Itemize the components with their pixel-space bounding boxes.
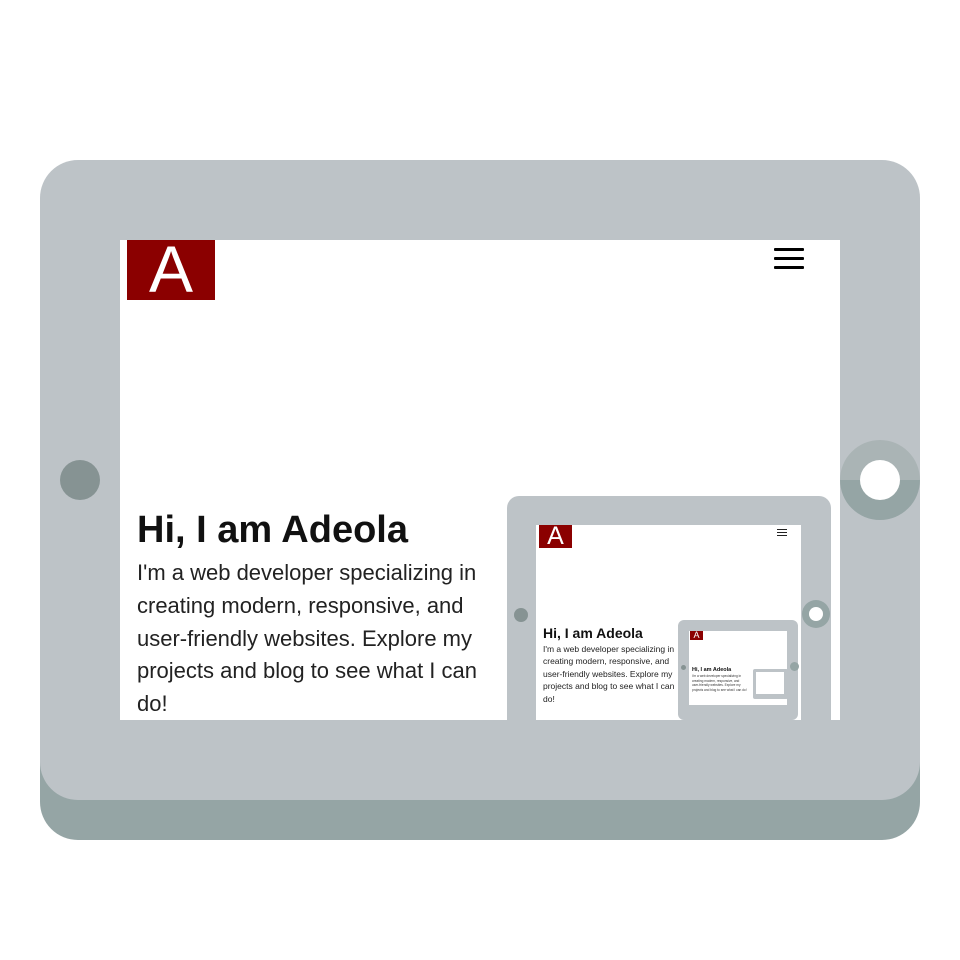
nested-2-hero-title: Hi, I am Adeola — [692, 667, 732, 673]
nested-tablet-2-home-button — [681, 665, 686, 670]
hero-description: I'm a web developer specializing in crea… — [137, 560, 477, 717]
nested-tablet-home-button — [514, 608, 528, 622]
nested-tablet-2-screen: A Hi, I am Adeola I'm a web developer sp… — [689, 631, 787, 705]
nested-hero-title: Hi, I am Adeola — [543, 625, 643, 641]
nested-tablet-2-camera-icon — [790, 662, 799, 671]
hamburger-menu-icon[interactable] — [774, 245, 804, 269]
nested-logo: A — [539, 525, 572, 550]
nested-2-logo-letter: A — [693, 631, 700, 640]
nested-logo-letter: A — [547, 525, 564, 550]
nested-hero-description: I'm a web developer specializing in crea… — [543, 644, 675, 704]
site-logo[interactable]: A — [127, 240, 215, 306]
tablet-home-button — [60, 460, 100, 500]
nested-2-hero-description: I'm a web developer specializing in crea… — [692, 674, 747, 692]
nested-tablet-camera-icon — [802, 600, 830, 628]
nested-2-logo: A — [690, 631, 703, 640]
tablet-camera-icon — [840, 440, 920, 520]
tablet-screen: A Hi, I am Adeola I'm a web developer sp… — [120, 240, 840, 720]
logo-letter: A — [148, 240, 194, 306]
hero-title: Hi, I am Adeola — [137, 509, 408, 551]
nested-hamburger-menu-icon — [777, 528, 787, 537]
nested-tablet-3-screen — [756, 672, 784, 694]
